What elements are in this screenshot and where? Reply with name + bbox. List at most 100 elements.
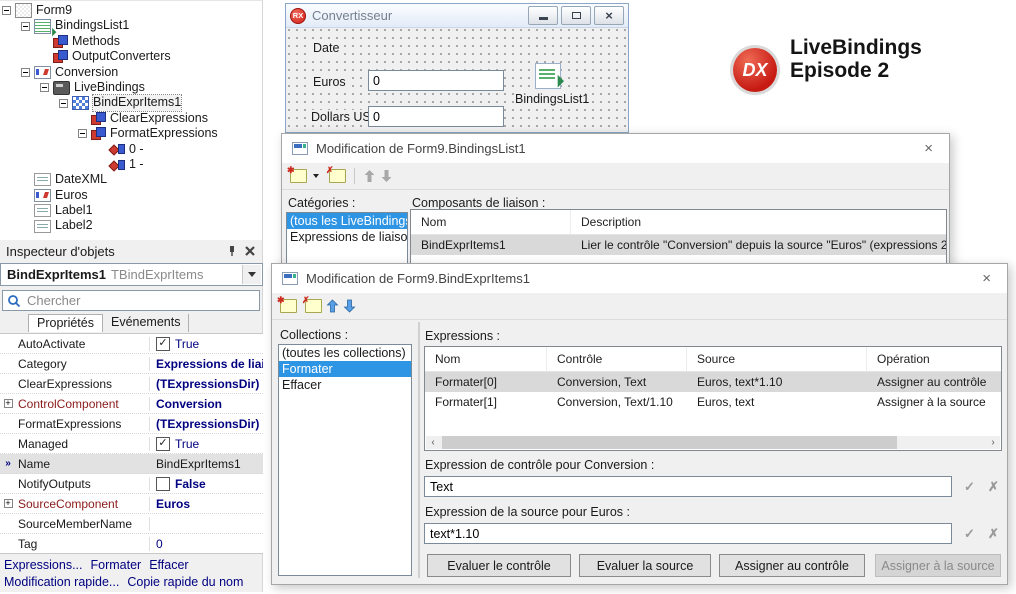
- tree-item[interactable]: FormatExpressions: [0, 126, 262, 141]
- property-value[interactable]: Expressions de liaison: [156, 357, 263, 371]
- delete-item-button[interactable]: ✗: [329, 169, 346, 183]
- add-item-dropdown-icon[interactable]: [313, 174, 319, 178]
- property-value[interactable]: BindExprItems1: [156, 457, 241, 471]
- bindingslist-component-icon[interactable]: [535, 63, 561, 89]
- checkbox-checked-icon[interactable]: [156, 337, 170, 351]
- property-row[interactable]: FormatExpressions(TExpressionsDir): [0, 414, 263, 434]
- object-selector[interactable]: BindExprItems1 TBindExprItems: [0, 263, 263, 286]
- tree-item[interactable]: OutputConverters: [0, 49, 262, 64]
- checkbox-unchecked-icon[interactable]: [156, 477, 170, 491]
- euros-input[interactable]: [369, 71, 503, 90]
- column-header-description[interactable]: Description: [571, 210, 946, 234]
- table-row-selected[interactable]: Formater[0] Conversion, Text Euros, text…: [425, 372, 1001, 392]
- quick-edit-link[interactable]: Modification rapide...: [4, 575, 119, 589]
- pin-icon[interactable]: [226, 245, 238, 257]
- property-row[interactable]: SourceMemberName: [0, 514, 263, 534]
- effacer-link[interactable]: Effacer: [149, 558, 188, 572]
- close-icon[interactable]: ×: [976, 269, 997, 288]
- minimize-button[interactable]: [528, 6, 558, 25]
- tree-item-selected[interactable]: BindExprItems1: [0, 95, 262, 110]
- splitter[interactable]: [418, 322, 420, 578]
- collapse-icon[interactable]: [21, 68, 30, 77]
- form-designer-surface[interactable]: Date Euros Dollars US BindingsList1: [287, 28, 627, 131]
- tab-proprietes[interactable]: Propriétés: [28, 314, 103, 332]
- object-selector-dropdown-button[interactable]: [242, 265, 261, 284]
- collection-item[interactable]: (toutes les collections): [279, 345, 411, 361]
- assign-to-source-button-disabled[interactable]: Assigner à la source: [875, 554, 1001, 577]
- assign-to-control-button[interactable]: Assigner au contrôle: [719, 554, 865, 577]
- dollars-label[interactable]: Dollars US: [309, 110, 373, 124]
- property-value[interactable]: True: [175, 437, 199, 451]
- source-expression-field[interactable]: [424, 523, 952, 544]
- tree-item[interactable]: BindingsList1: [0, 18, 262, 33]
- category-item[interactable]: Expressions de liaison: [287, 229, 407, 245]
- property-row[interactable]: ManagedTrue: [0, 434, 263, 454]
- property-value[interactable]: (TExpressionsDir): [156, 417, 259, 431]
- property-value[interactable]: 0: [156, 537, 163, 551]
- move-down-button-disabled[interactable]: [380, 169, 393, 183]
- validate-source-expression-icon[interactable]: ✓: [964, 526, 975, 542]
- search-input[interactable]: [25, 292, 259, 309]
- checkbox-checked-icon[interactable]: [156, 437, 170, 451]
- clear-source-expression-icon[interactable]: ✗: [988, 526, 999, 542]
- control-expression-input[interactable]: [425, 477, 951, 496]
- date-label[interactable]: Date: [311, 41, 341, 55]
- table-row-selected[interactable]: BindExprItems1 Lier le contrôle "Convers…: [411, 235, 946, 255]
- property-value[interactable]: True: [175, 337, 199, 351]
- quick-copy-link[interactable]: Copie rapide du nom: [127, 575, 243, 589]
- close-button[interactable]: ×: [594, 6, 624, 25]
- column-header-nom[interactable]: Nom: [411, 210, 571, 234]
- collapse-icon[interactable]: [78, 129, 87, 138]
- property-row[interactable]: AutoActivateTrue: [0, 334, 263, 354]
- window-titlebar[interactable]: RX Convertisseur ×: [286, 4, 628, 28]
- column-header-controle[interactable]: Contrôle: [547, 347, 687, 371]
- property-row[interactable]: Tag0: [0, 534, 263, 554]
- category-item-selected[interactable]: (tous les LiveBindings): [287, 213, 407, 229]
- close-icon[interactable]: [244, 245, 256, 257]
- expand-icon[interactable]: +: [4, 499, 13, 508]
- dialog-titlebar[interactable]: Modification de Form9.BindingsList1 ×: [282, 134, 949, 163]
- tree-item[interactable]: Euros: [0, 188, 262, 203]
- property-search[interactable]: [2, 290, 260, 311]
- euros-field[interactable]: [368, 70, 504, 91]
- tree-item[interactable]: Methods: [0, 34, 262, 49]
- property-row[interactable]: ClearExpressions(TExpressionsDir): [0, 374, 263, 394]
- property-row[interactable]: CategoryExpressions de liaison: [0, 354, 263, 374]
- validate-control-expression-icon[interactable]: ✓: [964, 479, 975, 495]
- expand-icon[interactable]: +: [4, 399, 13, 408]
- add-item-button[interactable]: ✱: [290, 169, 307, 183]
- column-header-nom[interactable]: Nom: [425, 347, 547, 371]
- table-row[interactable]: Formater[1] Conversion, Text/1.10 Euros,…: [425, 392, 1001, 412]
- tree-item[interactable]: Label2: [0, 218, 262, 233]
- column-header-source[interactable]: Source: [687, 347, 867, 371]
- property-value[interactable]: Euros: [156, 497, 190, 511]
- scrollbar-thumb[interactable]: [442, 436, 897, 449]
- clear-control-expression-icon[interactable]: ✗: [988, 479, 999, 495]
- column-header-operation[interactable]: Opération: [867, 347, 1001, 371]
- evaluate-control-button[interactable]: Evaluer le contrôle: [427, 554, 571, 577]
- property-value[interactable]: Conversion: [156, 397, 222, 411]
- maximize-button[interactable]: [561, 6, 591, 25]
- collapse-icon[interactable]: [2, 6, 11, 15]
- move-up-button[interactable]: [326, 299, 339, 313]
- euros-label[interactable]: Euros: [311, 75, 348, 89]
- property-row[interactable]: +SourceComponentEuros: [0, 494, 263, 514]
- control-expression-field[interactable]: [424, 476, 952, 497]
- evaluate-source-button[interactable]: Evaluer la source: [579, 554, 711, 577]
- move-up-button-disabled[interactable]: [363, 169, 376, 183]
- property-row[interactable]: NotifyOutputsFalse: [0, 474, 263, 494]
- dollars-field[interactable]: [368, 106, 504, 127]
- tree-item[interactable]: Label1: [0, 203, 262, 218]
- formater-link[interactable]: Formater: [91, 558, 142, 572]
- dollars-input[interactable]: [369, 107, 503, 126]
- horizontal-scrollbar[interactable]: ‹ ›: [426, 436, 1000, 449]
- add-item-button[interactable]: ✱: [280, 299, 297, 313]
- property-value[interactable]: (TExpressionsDir): [156, 377, 259, 391]
- tree-item[interactable]: 1 -: [0, 157, 262, 172]
- tree-item[interactable]: 0 -: [0, 142, 262, 157]
- tree-item[interactable]: DateXML: [0, 172, 262, 187]
- tree-item[interactable]: ClearExpressions: [0, 111, 262, 126]
- property-row-selected[interactable]: »NameBindExprItems1: [0, 454, 263, 474]
- property-value[interactable]: False: [175, 477, 206, 491]
- collection-item-selected[interactable]: Formater: [279, 361, 411, 377]
